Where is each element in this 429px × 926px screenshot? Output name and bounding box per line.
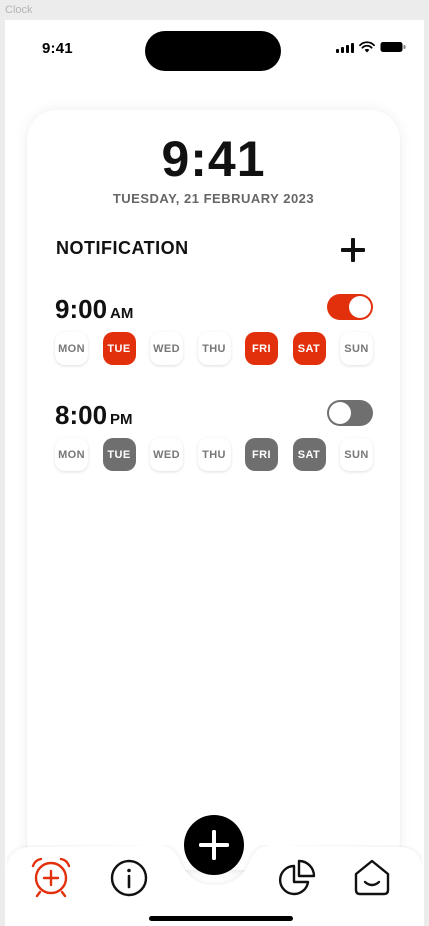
- day-sat[interactable]: SAT: [292, 438, 326, 471]
- day-selector: MON TUE WED THU FRI SAT SUN: [55, 438, 373, 471]
- day-selector: MON TUE WED THU FRI SAT SUN: [55, 332, 373, 365]
- alarm-time: 9:00 AM: [55, 294, 133, 325]
- add-alarm-fab[interactable]: [184, 815, 244, 875]
- status-icons: [336, 41, 406, 53]
- pie-chart-icon[interactable]: [277, 857, 319, 899]
- wifi-icon: [359, 41, 375, 53]
- day-sun[interactable]: SUN: [340, 332, 373, 365]
- current-date: TUESDAY, 21 FEBRUARY 2023: [112, 191, 315, 206]
- day-wed[interactable]: WED: [150, 332, 183, 365]
- add-notification-button[interactable]: [339, 236, 367, 264]
- day-mon[interactable]: MON: [55, 438, 88, 471]
- alarm-time-value: 9:00: [55, 294, 108, 324]
- phone-screen: 9:41 9:41 TUESDAY, 21 FEBRUARY 2023 NOTI…: [5, 20, 424, 926]
- day-thu[interactable]: THU: [197, 438, 231, 471]
- frame-label: Clock: [5, 4, 33, 16]
- battery-icon: [380, 42, 406, 52]
- alarm-time-value: 8:00: [55, 400, 108, 430]
- day-fri[interactable]: FRI: [245, 438, 278, 471]
- day-tue[interactable]: TUE: [102, 438, 136, 471]
- status-bar: 9:41: [5, 20, 424, 80]
- day-sun[interactable]: SUN: [340, 438, 373, 471]
- current-time: 9:41: [161, 131, 266, 187]
- alarm-toggle[interactable]: [327, 294, 373, 320]
- status-time: 9:41: [42, 40, 73, 57]
- home-icon[interactable]: [351, 856, 393, 898]
- info-icon[interactable]: [108, 857, 150, 899]
- notification-title: NOTIFICATION: [56, 238, 189, 258]
- day-thu[interactable]: THU: [197, 332, 231, 365]
- alarm-time: 8:00 PM: [55, 400, 133, 431]
- day-wed[interactable]: WED: [150, 438, 183, 471]
- toggle-knob: [329, 402, 351, 424]
- alarm-toggle[interactable]: [327, 400, 373, 426]
- clock-card: 9:41 TUESDAY, 21 FEBRUARY 2023 NOTIFICAT…: [27, 110, 400, 870]
- toggle-knob: [349, 296, 371, 318]
- day-tue[interactable]: TUE: [102, 332, 136, 365]
- day-sat[interactable]: SAT: [292, 332, 326, 365]
- day-fri[interactable]: FRI: [245, 332, 278, 365]
- alarm-ampm: PM: [110, 411, 133, 428]
- cellular-signal-icon: [336, 42, 354, 53]
- alarm-add-icon[interactable]: [30, 856, 72, 898]
- day-mon[interactable]: MON: [55, 332, 88, 365]
- dynamic-island: [145, 31, 281, 71]
- alarm-ampm: AM: [110, 305, 134, 322]
- home-indicator[interactable]: [149, 916, 293, 921]
- add-icon: [199, 830, 229, 860]
